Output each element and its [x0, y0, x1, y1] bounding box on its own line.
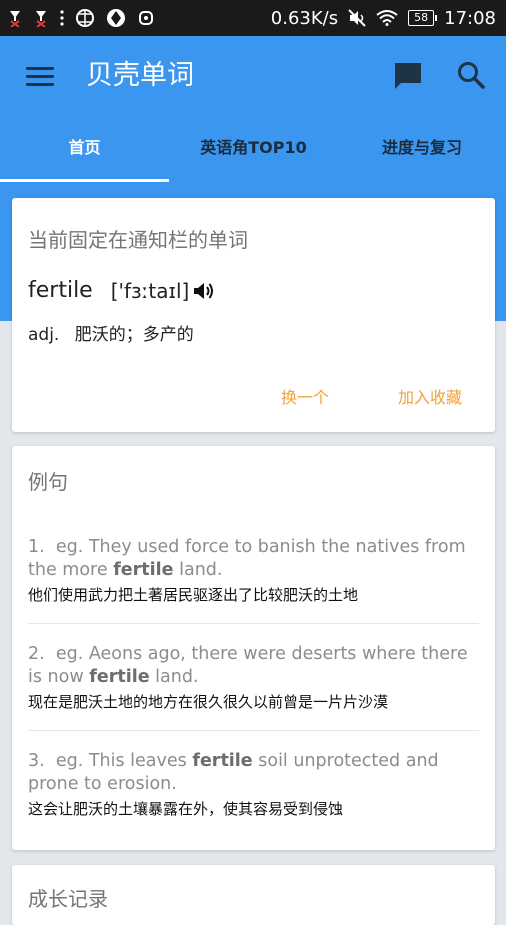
signal-no-sim-icon-2 [34, 9, 48, 27]
wifi-icon [376, 10, 398, 26]
divider [28, 623, 479, 624]
example-keyword: fertile [89, 667, 150, 687]
app-title: 贝壳单词 [86, 60, 194, 91]
example-number: 1. [28, 537, 45, 557]
part-of-speech: adj. [28, 325, 60, 345]
example-keyword: fertile [192, 751, 253, 771]
phonetic: ['fɜːtaɪl] [110, 278, 190, 303]
mute-icon [348, 9, 366, 27]
pinned-card-title: 当前固定在通知栏的单词 [28, 228, 248, 252]
tab-english-corner-top10[interactable]: 英语角TOP10 [169, 130, 338, 180]
examples-card-title: 例句 [28, 470, 68, 494]
tab-home[interactable]: 首页 [0, 130, 169, 180]
browser-notification-icon [106, 8, 126, 28]
chat-icon [395, 63, 421, 89]
more-dots-icon [60, 10, 64, 26]
example-chinese: 现在是肥沃土地的地方在很久很久以前曾是一片片沙漠 [28, 693, 389, 711]
word-row: fertile ['fɜːtaɪl] [28, 278, 215, 303]
signal-no-sim-icon [8, 9, 22, 27]
change-word-button[interactable]: 换一个 [281, 384, 329, 408]
example-english: 1. eg. They used force to banish the nat… [28, 536, 483, 582]
menu-icon-line [26, 75, 54, 78]
active-tab-indicator [0, 179, 169, 182]
example-text-end: land. [173, 560, 223, 580]
example-english: 3. eg. This leaves fertile soil unprotec… [28, 750, 483, 796]
example-text: eg. This leaves [55, 751, 193, 771]
example-number: 2. [28, 644, 45, 664]
search-button[interactable] [456, 60, 486, 90]
battery-indicator: 58 [408, 10, 438, 26]
growth-card-title: 成长记录 [28, 887, 108, 911]
definition-row: adj. 肥沃的；多产的 [28, 320, 194, 345]
word: fertile [28, 278, 93, 303]
speaker-icon[interactable] [193, 281, 215, 301]
app-notification-icon [76, 9, 94, 27]
tab-progress-review[interactable]: 进度与复习 [338, 130, 506, 180]
menu-icon [26, 67, 54, 70]
definition: 肥沃的；多产的 [74, 325, 194, 345]
menu-button[interactable] [26, 67, 54, 87]
example-item: 1. eg. They used force to banish the nat… [28, 536, 483, 605]
tab-bar: 首页 英语角TOP10 进度与复习 [0, 130, 506, 180]
example-item: 3. eg. This leaves fertile soil unprotec… [28, 750, 483, 819]
example-item: 2. eg. Aeons ago, there were deserts whe… [28, 643, 483, 712]
example-number: 3. [28, 751, 45, 771]
network-speed: 0.63K/s [270, 7, 339, 29]
examples-card: 例句 1. eg. They used force to banish the … [12, 446, 495, 850]
pinned-word-card: 当前固定在通知栏的单词 fertile ['fɜːtaɪl] adj. 肥沃的；… [12, 198, 495, 432]
add-favorite-button[interactable]: 加入收藏 [398, 384, 462, 408]
example-chinese: 这会让肥沃的土壤暴露在外，使其容易受到侵蚀 [28, 800, 344, 818]
example-keyword: fertile [113, 560, 174, 580]
growth-record-card: 成长记录 [12, 865, 495, 925]
menu-icon-line [26, 83, 54, 86]
search-icon [458, 62, 485, 89]
example-chinese: 他们使用武力把土著居民驱逐出了比较肥沃的土地 [28, 586, 359, 604]
clock: 17:08 [444, 7, 496, 29]
status-bar: 0.63K/s 58 17:08 [0, 0, 506, 36]
example-text: eg. They used force to banish the native… [28, 537, 466, 580]
chat-button[interactable] [393, 61, 423, 91]
example-text-end: land. [149, 667, 199, 687]
divider [28, 730, 479, 731]
example-english: 2. eg. Aeons ago, there were deserts whe… [28, 643, 483, 689]
q-notification-icon [138, 10, 154, 26]
